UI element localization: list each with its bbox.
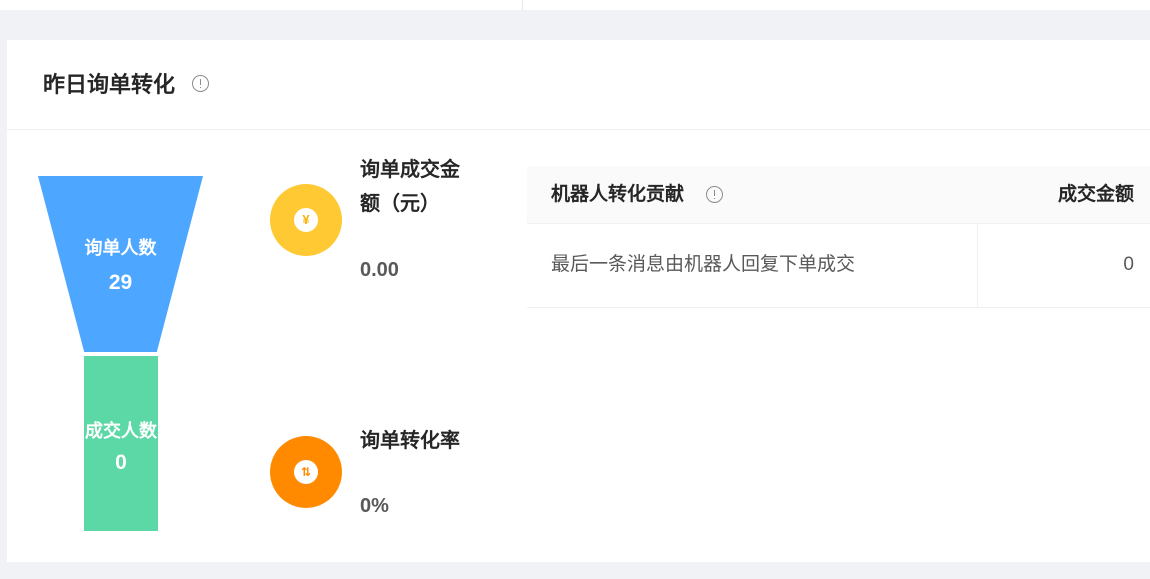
inquiry-conversion-card: 昨日询单转化 询单人数 29 成交人数 0 ¥ 询单成交金额（元） 0.00 ⇅… (7, 40, 1150, 562)
table-header: 机器人转化贡献 成交金额 (527, 166, 1150, 224)
cell-divider (977, 224, 978, 308)
yen-glyph: ¥ (302, 212, 310, 227)
section-title: 昨日询单转化 (43, 72, 176, 97)
funnel-inquiry-segment (38, 176, 203, 352)
funnel-deal-segment (84, 356, 158, 531)
card-header: 昨日询单转化 (7, 40, 1150, 130)
deal-amount-label: 询单成交金额（元） (360, 159, 460, 215)
deal-amount-value: 0.00 (360, 259, 399, 281)
column-header-contribution: 机器人转化贡献 (551, 184, 685, 205)
page-bottom-gap (0, 562, 1150, 579)
table-cell-source: 最后一条消息由机器人回复下单成交 (551, 254, 856, 275)
conversion-rate-label: 询单转化率 (360, 430, 460, 452)
info-icon[interactable] (706, 186, 723, 203)
funnel-inquiry-value: 29 (108, 271, 133, 294)
table-cell-amount: 0 (1123, 254, 1134, 275)
yen-icon-disc: ¥ (294, 208, 318, 232)
exchange-arrows-icon: ⇅ (270, 436, 342, 508)
table-row: 最后一条消息由机器人回复下单成交 0 (527, 224, 1150, 308)
column-header-amount: 成交金额 (1057, 184, 1134, 205)
conversion-rate-value: 0% (360, 495, 389, 517)
exchange-glyph: ⇅ (300, 465, 312, 479)
funnel-deal-label: 成交人数 (85, 421, 157, 441)
funnel-deal-value: 0 (115, 451, 127, 474)
exchange-icon-disc: ⇅ (294, 460, 318, 484)
funnel-inquiry-label: 询单人数 (84, 238, 157, 258)
previous-card (0, 0, 1150, 10)
info-icon[interactable] (192, 75, 209, 92)
yen-icon: ¥ (270, 184, 342, 256)
previous-card-divider (522, 0, 523, 10)
robot-contribution-table: 机器人转化贡献 成交金额 最后一条消息由机器人回复下单成交 0 (527, 166, 1150, 308)
